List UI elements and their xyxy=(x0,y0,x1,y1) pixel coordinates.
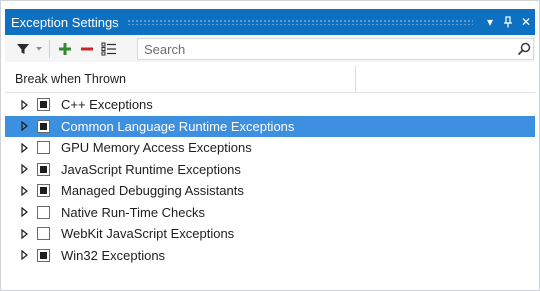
expand-triangle-icon[interactable] xyxy=(19,142,29,153)
row-checkbox[interactable] xyxy=(37,119,50,133)
expand-triangle-icon[interactable] xyxy=(19,185,29,196)
row-label: Win32 Exceptions xyxy=(61,247,166,263)
row-checkbox[interactable] xyxy=(37,98,50,111)
expand-triangle-icon[interactable] xyxy=(19,228,29,239)
title-grip xyxy=(126,19,473,25)
add-icon[interactable] xyxy=(54,38,76,60)
remove-icon[interactable] xyxy=(76,38,98,60)
row-label: C++ Exceptions xyxy=(61,97,153,112)
tree-row[interactable]: C++ Exceptions xyxy=(5,94,535,116)
filter-icon[interactable] xyxy=(13,38,33,60)
tree-row[interactable]: Win32 Exceptions xyxy=(5,245,535,267)
row-label: WebKit JavaScript Exceptions xyxy=(61,226,235,241)
expand-triangle-icon[interactable] xyxy=(19,121,29,132)
row-checkbox[interactable] xyxy=(37,248,50,262)
column-header: Break when Thrown xyxy=(5,66,535,93)
toolbar-separator xyxy=(49,40,50,58)
row-checkbox[interactable] xyxy=(37,162,50,176)
tree-row[interactable]: Common Language Runtime Exceptions xyxy=(5,115,535,137)
column-header-break-when-thrown[interactable]: Break when Thrown xyxy=(15,72,126,86)
row-checkbox[interactable] xyxy=(37,184,50,197)
exception-tree: C++ Exceptions Common Language Runtime Ex… xyxy=(5,94,535,266)
row-label: Common Language Runtime Exceptions xyxy=(61,118,295,134)
column-divider[interactable] xyxy=(355,66,356,92)
window-title: Exception Settings xyxy=(11,14,119,30)
window-menu-dropdown-icon[interactable]: ▾ xyxy=(481,11,499,33)
tree-row[interactable]: Native Run-Time Checks xyxy=(5,202,535,224)
row-label: Managed Debugging Assistants xyxy=(61,183,244,198)
row-checkbox[interactable] xyxy=(37,141,50,154)
tree-row[interactable]: WebKit JavaScript Exceptions xyxy=(5,223,535,245)
expand-triangle-icon[interactable] xyxy=(19,250,29,261)
search-box xyxy=(137,38,534,60)
filter-dropdown-chevron-down-icon[interactable] xyxy=(33,38,45,60)
restore-defaults-icon[interactable] xyxy=(98,38,120,60)
expand-triangle-icon[interactable] xyxy=(19,99,29,110)
exception-settings-window: Exception Settings ▾ ✕ Search Break when… xyxy=(0,0,540,291)
pin-icon[interactable] xyxy=(499,11,517,33)
row-label: GPU Memory Access Exceptions xyxy=(61,140,252,155)
title-bar: Exception Settings ▾ ✕ xyxy=(5,9,535,35)
tree-row[interactable]: GPU Memory Access Exceptions xyxy=(5,137,535,159)
search-icon[interactable] xyxy=(515,40,533,58)
expand-triangle-icon[interactable] xyxy=(19,164,29,175)
tree-row[interactable]: Managed Debugging Assistants xyxy=(5,180,535,202)
toolbar xyxy=(5,36,535,62)
expand-triangle-icon[interactable] xyxy=(19,207,29,218)
tree-row[interactable]: JavaScript Runtime Exceptions xyxy=(5,159,535,181)
close-icon[interactable]: ✕ xyxy=(517,11,535,33)
row-checkbox[interactable] xyxy=(37,227,50,240)
row-label: Native Run-Time Checks xyxy=(61,204,206,220)
search-input[interactable] xyxy=(138,41,515,57)
row-checkbox[interactable] xyxy=(37,205,50,219)
row-label: JavaScript Runtime Exceptions xyxy=(61,161,241,177)
